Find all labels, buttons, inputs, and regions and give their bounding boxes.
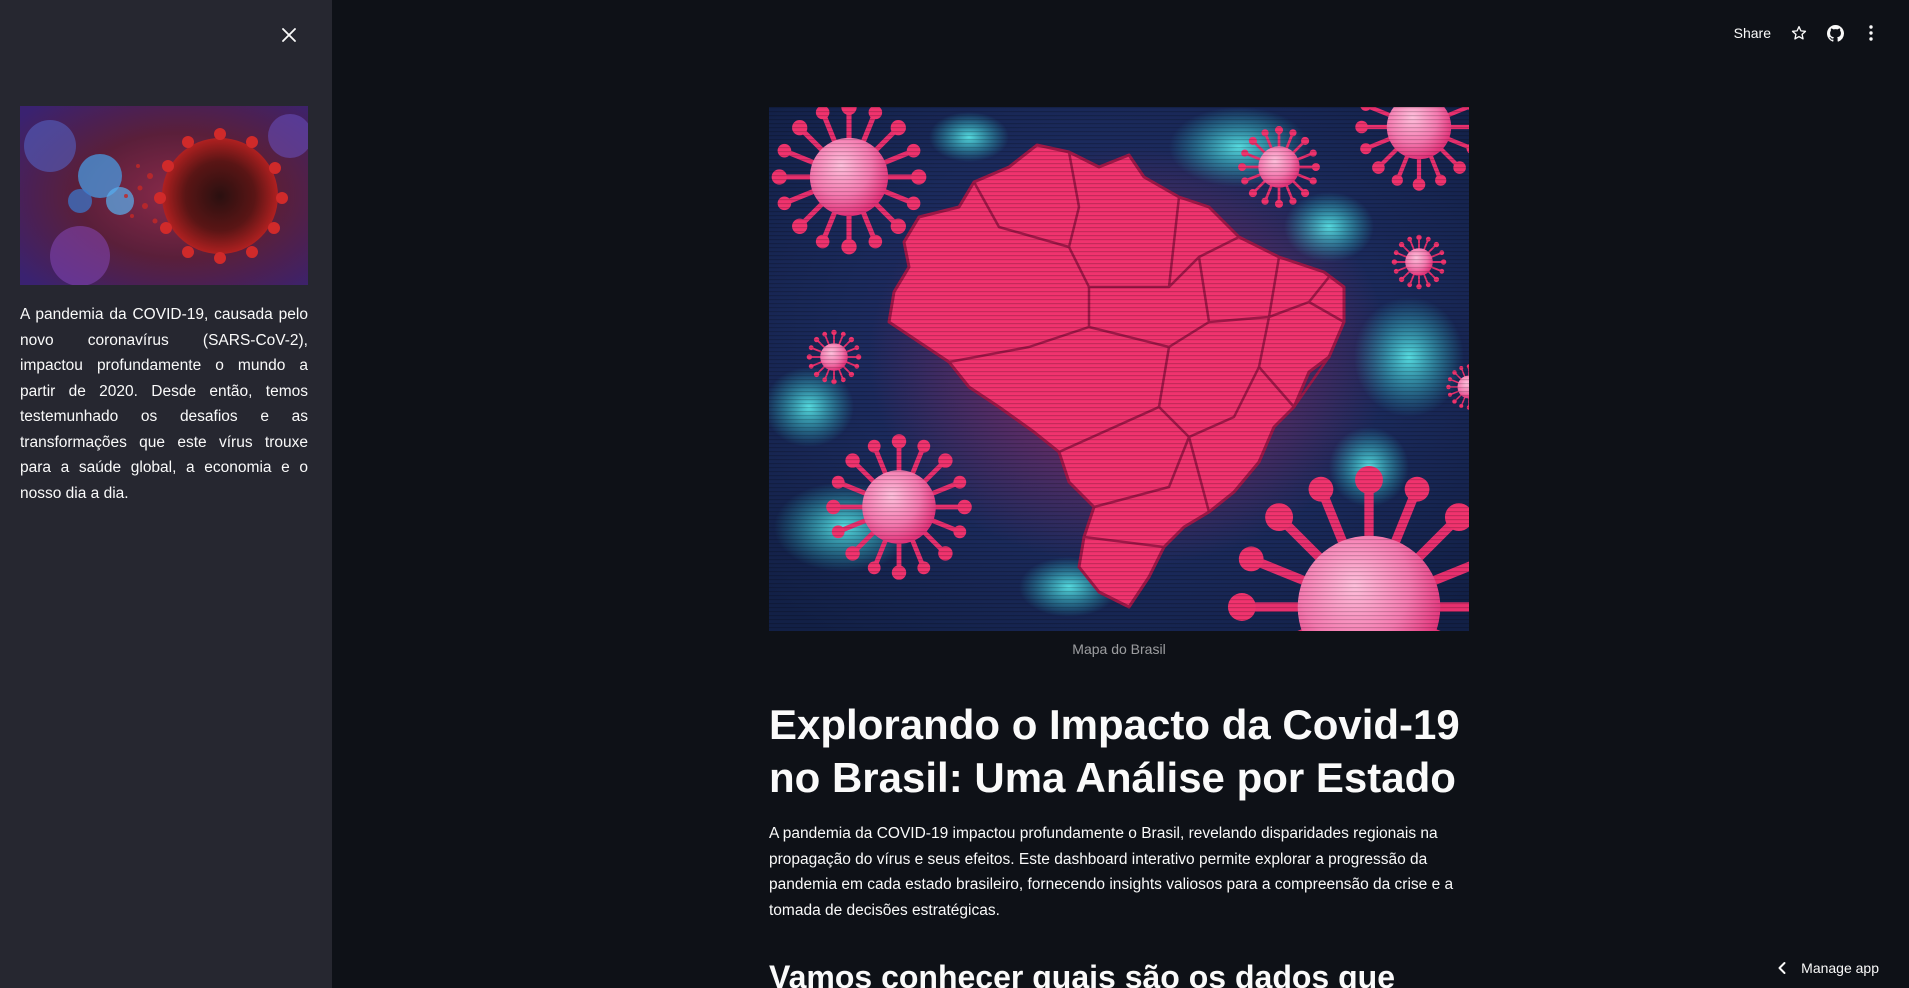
brazil-map-image: [769, 107, 1469, 631]
share-button[interactable]: Share: [1726, 21, 1779, 45]
sidebar-virus-image: [20, 106, 308, 285]
header-toolbar: Share: [1726, 20, 1887, 46]
chevron-left-icon: [1778, 962, 1786, 974]
manage-app-label: Manage app: [1801, 960, 1879, 976]
section-heading: Vamos conhecer quais são os dados que: [769, 959, 1395, 988]
image-caption: Mapa do Brasil: [1072, 641, 1166, 657]
app-root: A pandemia da COVID-19, causada pelo nov…: [0, 0, 1909, 988]
star-icon[interactable]: [1783, 20, 1815, 46]
more-vertical-icon[interactable]: [1855, 20, 1887, 46]
intro-paragraph: A pandemia da COVID-19 impactou profunda…: [769, 825, 1454, 919]
manage-app-button[interactable]: Manage app: [1765, 948, 1891, 988]
page-title: Explorando o Impacto da Covid-19 no Bras…: [769, 701, 1460, 801]
sidebar: A pandemia da COVID-19, causada pelo nov…: [0, 0, 332, 988]
close-icon[interactable]: [276, 22, 302, 48]
github-icon[interactable]: [1819, 20, 1851, 46]
sidebar-description: A pandemia da COVID-19, causada pelo nov…: [20, 306, 308, 502]
